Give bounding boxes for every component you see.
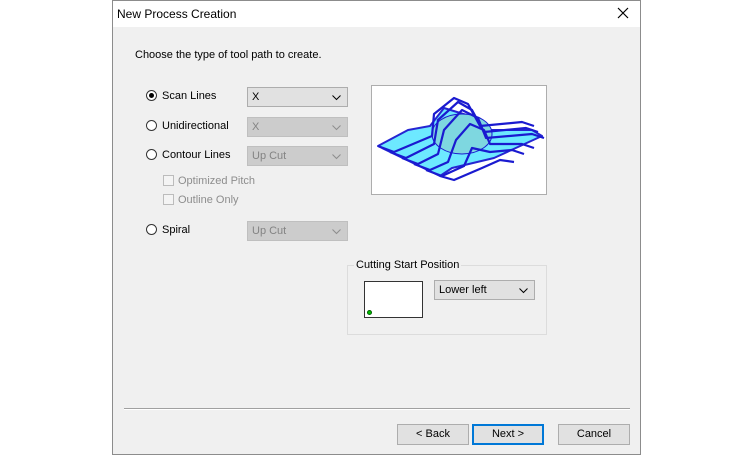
unidirectional-label: Unidirectional [162,120,229,132]
outline-only-checkbox [163,194,174,205]
cutting-start-position-select[interactable]: Lower left [434,280,535,300]
chevron-down-icon [332,125,341,131]
spiral-label: Spiral [162,224,191,236]
contour-lines-cut-select: Up Cut [247,146,348,166]
chevron-down-icon [332,229,341,235]
spiral-radio[interactable] [146,224,157,235]
chevron-down-icon [332,95,341,101]
unidirectional-direction-value: X [252,121,260,133]
unidirectional-radio[interactable] [146,120,157,131]
start-point-dot [367,310,372,315]
cutting-start-position-label: Cutting Start Position [354,259,462,271]
chevron-down-icon [519,288,528,294]
tool-path-preview [371,85,547,195]
title-bar: New Process Creation [113,1,640,27]
scan-lines-toolpath-illustration [377,96,545,182]
close-icon[interactable] [616,6,630,20]
instruction-text: Choose the type of tool path to create. [135,49,322,61]
optimized-pitch-label: Optimized Pitch [178,175,256,187]
contour-lines-label: Contour Lines [162,149,231,161]
new-process-creation-dialog: New Process Creation Choose the type of … [112,0,641,455]
cutting-start-preview [364,281,423,318]
cancel-button[interactable]: Cancel [558,424,630,445]
footer-separator [124,408,630,410]
cutting-start-position-value: Lower left [439,284,487,296]
spiral-cut-value: Up Cut [252,225,287,237]
contour-lines-cut-value: Up Cut [252,150,287,162]
spiral-cut-select: Up Cut [247,221,348,241]
scan-lines-radio[interactable] [146,90,157,101]
scan-lines-label: Scan Lines [162,90,217,102]
scan-lines-direction-value: X [252,91,260,103]
chevron-down-icon [332,154,341,160]
cutting-start-position-group: Cutting Start Position Lower left [347,259,547,335]
window-title: New Process Creation [117,7,237,21]
unidirectional-direction-select: X [247,117,348,137]
optimized-pitch-checkbox [163,175,174,186]
contour-lines-radio[interactable] [146,149,157,160]
back-button[interactable]: < Back [397,424,469,445]
scan-lines-direction-select[interactable]: X [247,87,348,107]
next-button[interactable]: Next > [472,424,544,445]
outline-only-label: Outline Only [178,194,239,206]
